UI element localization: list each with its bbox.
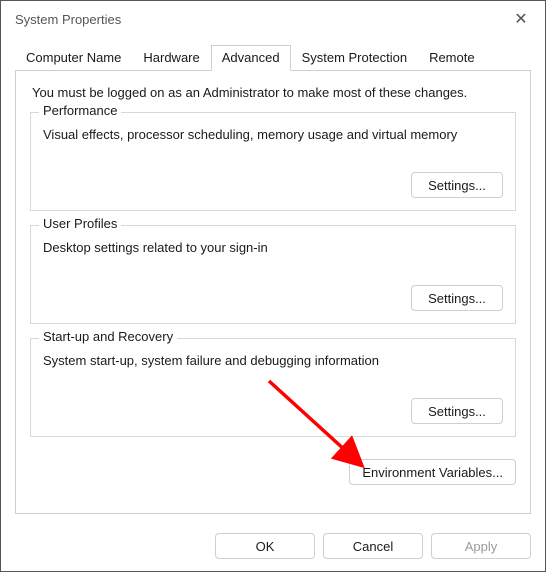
ok-button[interactable]: OK — [215, 533, 315, 559]
performance-settings-button[interactable]: Settings... — [411, 172, 503, 198]
group-performance-legend: Performance — [39, 103, 121, 118]
user-profiles-settings-button[interactable]: Settings... — [411, 285, 503, 311]
group-performance-desc: Visual effects, processor scheduling, me… — [43, 127, 503, 142]
tabpanel-advanced: You must be logged on as an Administrato… — [15, 70, 531, 514]
close-icon[interactable]: ✕ — [511, 9, 531, 29]
group-performance: Performance Visual effects, processor sc… — [30, 112, 516, 211]
tab-remote[interactable]: Remote — [418, 45, 486, 71]
cancel-button[interactable]: Cancel — [323, 533, 423, 559]
group-user-profiles-desc: Desktop settings related to your sign-in — [43, 240, 503, 255]
tab-system-protection[interactable]: System Protection — [291, 45, 419, 71]
titlebar: System Properties ✕ — [1, 1, 545, 37]
window-title: System Properties — [15, 12, 121, 27]
environment-variables-button[interactable]: Environment Variables... — [349, 459, 516, 485]
tabstrip: Computer Name Hardware Advanced System P… — [15, 45, 531, 71]
apply-button[interactable]: Apply — [431, 533, 531, 559]
admin-notice: You must be logged on as an Administrato… — [32, 85, 516, 100]
group-startup-recovery-desc: System start-up, system failure and debu… — [43, 353, 503, 368]
group-startup-recovery: Start-up and Recovery System start-up, s… — [30, 338, 516, 437]
group-startup-recovery-legend: Start-up and Recovery — [39, 329, 177, 344]
group-user-profiles: User Profiles Desktop settings related t… — [30, 225, 516, 324]
group-user-profiles-legend: User Profiles — [39, 216, 121, 231]
system-properties-dialog: System Properties ✕ Computer Name Hardwa… — [0, 0, 546, 572]
startup-recovery-settings-button[interactable]: Settings... — [411, 398, 503, 424]
tab-computer-name[interactable]: Computer Name — [15, 45, 132, 71]
tab-hardware[interactable]: Hardware — [132, 45, 210, 71]
tab-advanced[interactable]: Advanced — [211, 45, 291, 71]
dialog-footer: OK Cancel Apply — [215, 533, 531, 559]
